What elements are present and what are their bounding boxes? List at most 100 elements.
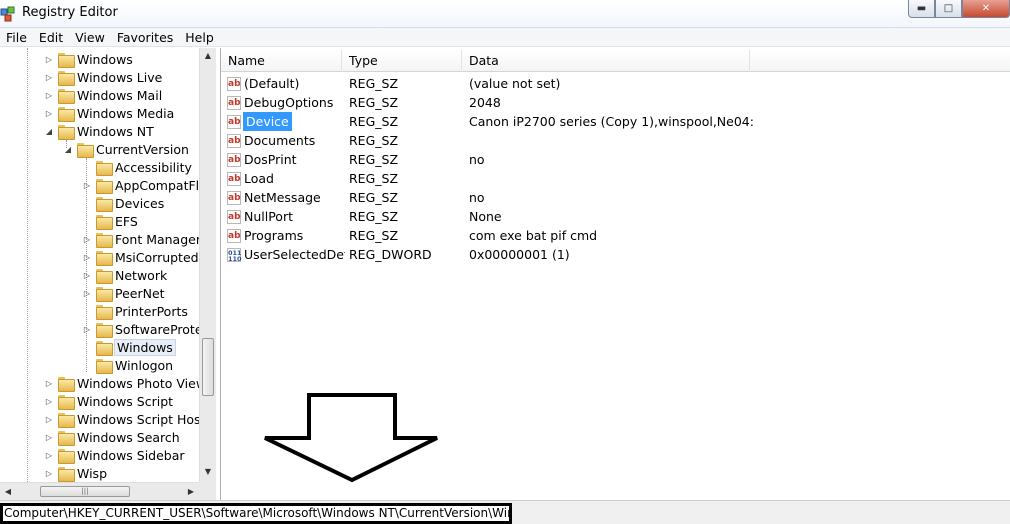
tree-item[interactable]: ▷ PeerNet: [82, 284, 165, 302]
tree-item[interactable]: ▷ Network: [82, 266, 167, 284]
close-button[interactable]: ✕: [962, 0, 1010, 18]
expand-arrow-icon[interactable]: ▷: [82, 235, 92, 244]
tree-item[interactable]: ▷ Windows Mail: [44, 86, 162, 104]
value-row[interactable]: ab Device REG_SZ Canon iP2700 series (Copy …: [221, 112, 1010, 131]
expand-arrow-icon[interactable]: ▷: [44, 55, 54, 64]
tree-item[interactable]: ▷ Windows: [44, 50, 133, 68]
value-name-cell: ab NetMessage: [227, 188, 345, 207]
tree-item-label: Network: [115, 267, 168, 283]
tree-item-label: PeerNet: [115, 285, 165, 301]
menu-favorites[interactable]: Favorites: [111, 28, 179, 46]
expand-arrow-icon[interactable]: ▷: [44, 415, 54, 424]
tree-item[interactable]: ▷ Wisp: [44, 464, 107, 482]
minimize-button[interactable]: ▬: [908, 0, 935, 18]
expand-arrow-icon[interactable]: ▷: [44, 379, 54, 388]
maximize-button[interactable]: □: [935, 0, 962, 18]
value-data: Canon iP2700 series (Copy 1),winspool,Ne…: [469, 114, 754, 129]
expand-arrow-icon[interactable]: ▷: [44, 397, 54, 406]
scroll-left-icon[interactable]: ◀: [0, 483, 16, 500]
column-header-name[interactable]: Name: [221, 50, 342, 72]
ab-string-icon: ab: [227, 190, 241, 205]
tree-item[interactable]: ▷ Windows Photo Viewer: [44, 374, 215, 392]
collapse-arrow-icon[interactable]: ◢: [44, 127, 54, 136]
value-row[interactable]: ab DosPrint REG_SZ no: [221, 150, 1010, 169]
expand-arrow-icon[interactable]: ▷: [82, 271, 92, 280]
value-name: Load: [244, 171, 274, 186]
tree-item-label: Winlogon: [115, 357, 174, 373]
value-name-cell: ab NullPort: [227, 207, 345, 226]
scroll-up-icon[interactable]: ▲: [200, 48, 216, 64]
expand-arrow-icon[interactable]: ▷: [44, 433, 54, 442]
value-row[interactable]: ab Load REG_SZ: [221, 169, 1010, 188]
menu-edit[interactable]: Edit: [33, 28, 69, 46]
expand-arrow-icon[interactable]: ▷: [82, 253, 92, 262]
expand-arrow-icon[interactable]: ▷: [44, 91, 54, 100]
tree-item[interactable]: ▷MsiCorruptedFileRecovery: [82, 248, 215, 266]
expand-arrow-icon[interactable]: ▷: [82, 181, 92, 190]
tree-item[interactable]: ▷ Windows Search: [44, 428, 180, 446]
tree-item[interactable]: ▷ AppCompatFlags: [82, 176, 215, 194]
ab-string-icon: ab: [227, 209, 241, 224]
value-row[interactable]: 011110UserSelectedDef... REG_DWORD 0x00000…: [221, 245, 1010, 264]
ab-string-icon: ab: [227, 114, 241, 129]
tree-item[interactable]: ▷ Windows Script: [44, 392, 173, 410]
value-name-cell: ab DosPrint: [227, 150, 345, 169]
expand-arrow-icon[interactable]: ▷: [82, 325, 92, 334]
value-name: NullPort: [244, 209, 293, 224]
expand-arrow-icon[interactable]: ▷: [44, 73, 54, 82]
folder-icon: [96, 196, 113, 212]
scroll-thumb[interactable]: [202, 338, 214, 396]
tree-item[interactable]: EFS: [82, 212, 138, 230]
registry-tree[interactable]: ▷ Windows ▷ Windows Live ▷ Windows Mail ▷ Windo…: [0, 48, 216, 500]
tree-item[interactable]: ▷ Windows Media: [44, 104, 174, 122]
tree-vertical-scrollbar[interactable]: ▲ ▼: [199, 48, 216, 482]
tree-item[interactable]: Devices: [82, 194, 164, 212]
expand-arrow-icon[interactable]: ▷: [44, 451, 54, 460]
folder-icon: [96, 286, 113, 302]
scroll-thumb-horizontal[interactable]: |||: [40, 486, 130, 497]
value-type: REG_SZ: [349, 190, 399, 205]
tree-item[interactable]: PrinterPorts: [82, 302, 188, 320]
tree-item-label: PrinterPorts: [115, 303, 188, 319]
value-row[interactable]: ab NetMessage REG_SZ no: [221, 188, 1010, 207]
folder-icon: [58, 70, 75, 86]
expand-arrow-icon[interactable]: ▷: [44, 469, 54, 478]
tree-item[interactable]: Winlogon: [82, 356, 173, 374]
tree-item-label: Windows Script Host: [77, 411, 206, 427]
tree-item[interactable]: ▷ Windows Sidebar: [44, 446, 185, 464]
value-row[interactable]: ab NullPort REG_SZ None: [221, 207, 1010, 226]
tree-item[interactable]: ▷Font Management: [82, 230, 215, 248]
value-row[interactable]: ab DebugOptions REG_SZ 2048: [221, 93, 1010, 112]
tree-item-label: Windows: [77, 51, 133, 67]
ab-string-icon: ab: [227, 171, 241, 186]
tree-item[interactable]: Accessibility: [82, 158, 192, 176]
expand-arrow-icon[interactable]: ▷: [82, 289, 92, 298]
tree-item[interactable]: ◢ Windows NT: [44, 122, 154, 140]
tree-item[interactable]: Windows: [82, 338, 176, 356]
value-row[interactable]: ab Programs REG_SZ com exe bat pif cmd: [221, 226, 1010, 245]
folder-icon: [58, 430, 75, 446]
folder-icon: [96, 304, 113, 320]
tree-item[interactable]: ◢ CurrentVersion: [63, 140, 189, 158]
value-row[interactable]: ab Documents REG_SZ: [221, 131, 1010, 150]
menu-help[interactable]: Help: [179, 28, 220, 46]
tree-item[interactable]: ▷ Windows Live: [44, 68, 162, 86]
value-data: [469, 131, 989, 150]
tree-horizontal-scrollbar[interactable]: ◀ ||| ▶: [0, 482, 199, 500]
folder-icon: [96, 214, 113, 230]
value-row[interactable]: ab (Default) REG_SZ (value not set): [221, 74, 1010, 93]
value-name-cell: ab Programs: [227, 226, 345, 245]
scroll-right-icon[interactable]: ▶: [183, 483, 199, 500]
menu-file[interactable]: File: [0, 28, 33, 46]
value-data: (value not set): [469, 76, 561, 91]
tree-item[interactable]: ▷SoftwareProtectionPlatform: [82, 320, 215, 338]
expand-arrow-icon[interactable]: ▷: [44, 109, 54, 118]
menu-view[interactable]: View: [69, 28, 111, 46]
tree-item-label: Windows Sidebar: [77, 447, 185, 463]
column-header-type[interactable]: Type: [342, 50, 462, 72]
column-header-data[interactable]: Data: [462, 50, 750, 72]
scroll-down-icon[interactable]: ▼: [200, 464, 216, 480]
tree-item[interactable]: ▷ Windows Script Host: [44, 410, 205, 428]
tree-item-label: Devices: [115, 195, 165, 211]
collapse-arrow-icon[interactable]: ◢: [63, 145, 73, 154]
